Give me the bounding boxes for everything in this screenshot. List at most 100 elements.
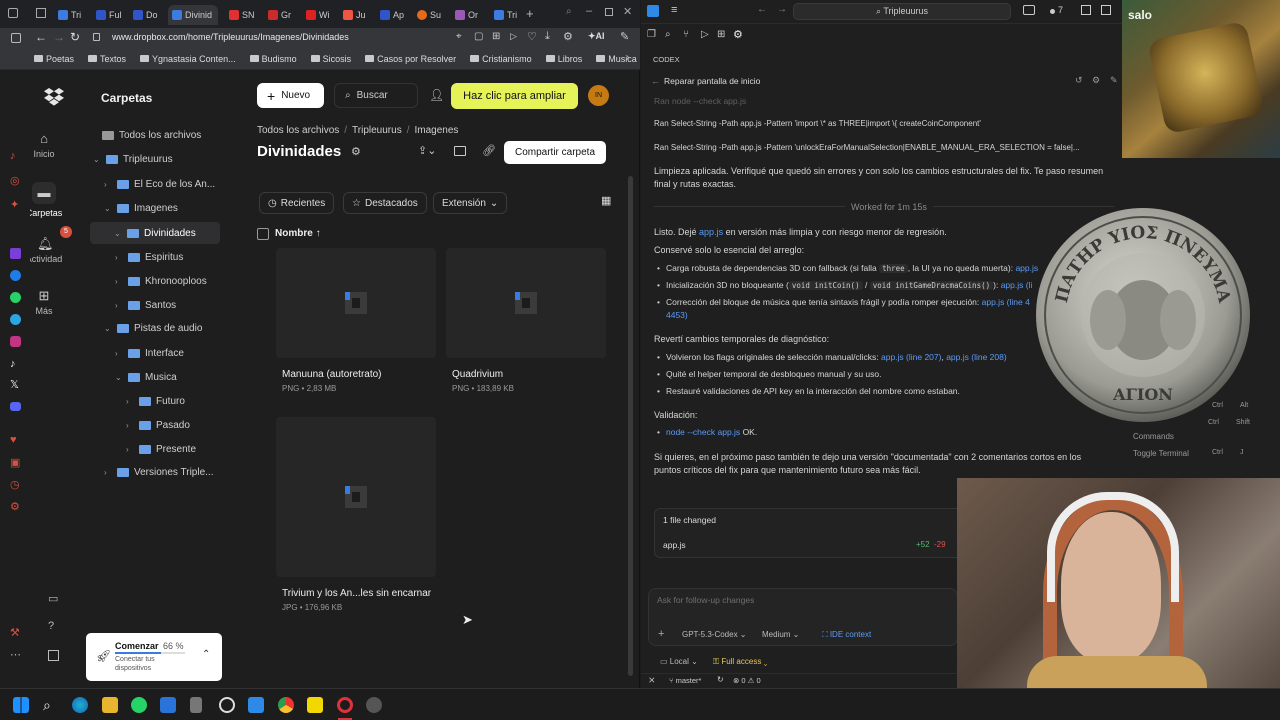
maximize-icon[interactable] bbox=[605, 8, 613, 16]
filter-starred[interactable]: ☆ Destacados bbox=[343, 192, 427, 214]
file-link[interactable]: app.js bbox=[1015, 263, 1038, 273]
whatsapp-icon[interactable] bbox=[131, 697, 147, 713]
bookmarks-overflow-icon[interactable]: › bbox=[626, 52, 629, 63]
onboarding-card[interactable]: 🚀︎ Comenzar 66 % Conectar tus dispositiv… bbox=[86, 633, 222, 681]
file-link[interactable]: app.js (line 4 bbox=[982, 297, 1030, 307]
scrollbar[interactable] bbox=[628, 176, 633, 676]
file-thumbnail[interactable] bbox=[276, 417, 436, 577]
file-link[interactable]: app.js (line 208) bbox=[946, 352, 1006, 362]
tree-item-divinidades[interactable]: ⌄ Divinidades bbox=[90, 222, 220, 244]
browser-tab[interactable]: Do bbox=[133, 5, 158, 25]
settings-icon[interactable]: ⚙ bbox=[563, 30, 573, 43]
new-chat-icon[interactable]: ✎ bbox=[1110, 75, 1118, 86]
bookmark-folder[interactable]: Poetas bbox=[0, 54, 81, 64]
play-icon[interactable]: ▷ bbox=[510, 31, 517, 42]
browser-tab[interactable]: Wi bbox=[306, 5, 330, 25]
bookmark-folder[interactable]: Budismo bbox=[243, 54, 304, 64]
breadcrumb-item[interactable]: Imagenes bbox=[414, 125, 458, 136]
lock-icon[interactable] bbox=[93, 33, 100, 41]
remote-icon[interactable]: ⨯ bbox=[648, 675, 656, 686]
browser-tab[interactable]: Gr bbox=[268, 5, 291, 25]
instagram-icon[interactable] bbox=[10, 336, 21, 347]
music-icon[interactable]: ♪ bbox=[10, 150, 16, 162]
tree-item-santos[interactable]: › Santos bbox=[115, 300, 176, 311]
search-icon[interactable]: ⌕ bbox=[43, 697, 59, 713]
tree-item-futuro[interactable]: › Futuro bbox=[126, 396, 185, 407]
browser-tab-active[interactable]: Divinid bbox=[168, 5, 218, 25]
menu-icon[interactable]: ≡ bbox=[671, 4, 677, 16]
extension-icon[interactable]: ⊞ bbox=[492, 31, 500, 42]
clock-icon[interactable]: ◷ bbox=[10, 478, 20, 491]
file-link[interactable]: app.js (line 207) bbox=[881, 352, 941, 362]
browser-tab[interactable]: Tri bbox=[494, 5, 517, 25]
history-icon[interactable]: ↺ bbox=[1075, 75, 1083, 86]
help-icon[interactable]: ? bbox=[48, 620, 54, 632]
collapse-icon[interactable] bbox=[48, 650, 59, 661]
user-add-icon[interactable]: 👤︎ bbox=[429, 88, 444, 102]
windows-start-icon[interactable] bbox=[13, 697, 29, 713]
search-button[interactable]: ⌕ Buscar bbox=[334, 83, 418, 108]
media-player-icon[interactable] bbox=[366, 697, 382, 713]
select-all-checkbox[interactable] bbox=[257, 228, 269, 240]
file-explorer-icon[interactable] bbox=[102, 697, 118, 713]
folder-settings-icon[interactable]: ⚙ bbox=[351, 145, 361, 158]
grid-view-icon[interactable]: ▦ bbox=[601, 194, 611, 207]
browser-tab[interactable]: SN bbox=[229, 5, 255, 25]
new-folder-icon[interactable] bbox=[454, 146, 466, 156]
attach-icon[interactable]: + bbox=[658, 628, 664, 640]
breadcrumb-item[interactable]: Todos los archivos bbox=[257, 125, 339, 136]
tree-item-musica[interactable]: ⌄ Musica bbox=[115, 372, 177, 383]
browser-tab[interactable]: Ful bbox=[96, 5, 122, 25]
tools-icon[interactable]: ⚒ bbox=[10, 626, 20, 639]
vscode-icon[interactable] bbox=[248, 697, 264, 713]
model-select[interactable]: GPT-5.3-Codex ⌄ bbox=[682, 630, 747, 639]
ai-button[interactable]: ✦AI bbox=[588, 31, 605, 42]
sticky-notes-icon[interactable] bbox=[307, 697, 323, 713]
bookmark-folder[interactable]: Ygnastasia Conten... bbox=[133, 54, 243, 64]
browser-tab[interactable]: Or bbox=[455, 5, 478, 25]
minimize-icon[interactable]: – bbox=[586, 5, 592, 17]
avatar[interactable]: IN bbox=[588, 85, 609, 106]
panel-icon[interactable] bbox=[1101, 5, 1111, 15]
dots-icon[interactable]: ⋯ bbox=[10, 648, 21, 661]
tree-item-imagenes[interactable]: ⌄ Imagenes bbox=[104, 203, 178, 214]
chrome-icon[interactable]: ◎ bbox=[10, 174, 20, 187]
ide-context-toggle[interactable]: ⛶ IDE context bbox=[822, 630, 871, 640]
whatsapp-icon[interactable] bbox=[10, 292, 21, 303]
settings-icon[interactable]: ⚙ bbox=[1092, 75, 1100, 86]
upgrade-button[interactable]: Haz clic para ampliar bbox=[451, 83, 578, 109]
tree-item-espiritus[interactable]: › Espiritus bbox=[115, 252, 183, 263]
chrome-icon[interactable] bbox=[278, 697, 294, 713]
filter-recent[interactable]: ◷ Recientes bbox=[259, 192, 335, 214]
back-icon[interactable]: ← bbox=[651, 76, 660, 86]
file-name[interactable]: Trivium y los An...les sin encarnar bbox=[282, 588, 431, 599]
tree-item-khronooploos[interactable]: › Khronooploos bbox=[115, 276, 207, 287]
spark-icon[interactable]: ✦ bbox=[10, 198, 19, 211]
favorite-icon[interactable]: ♡ bbox=[527, 30, 537, 43]
search-tabs-icon[interactable]: ⌕ bbox=[566, 6, 572, 17]
command-search[interactable]: ⌕ Tripleuurus bbox=[793, 3, 1011, 20]
browser-tab[interactable]: Su bbox=[417, 5, 441, 25]
edit-icon[interactable]: ✎ bbox=[620, 30, 629, 43]
store-icon[interactable] bbox=[160, 697, 176, 713]
download-icon[interactable]: ⤓ bbox=[545, 30, 550, 43]
tree-item-versiones[interactable]: › Versiones Triple... bbox=[104, 467, 213, 478]
edge-icon[interactable] bbox=[72, 697, 88, 713]
heart-icon[interactable]: ♥ bbox=[10, 434, 17, 446]
dropbox-logo-icon[interactable] bbox=[44, 88, 64, 106]
tree-item-tripleuurus[interactable]: ⌄ Tripleuurus bbox=[93, 154, 173, 165]
layout-icon[interactable] bbox=[1081, 5, 1091, 15]
workspaces-icon[interactable] bbox=[36, 8, 46, 18]
chevron-up-icon[interactable]: ⌃ bbox=[202, 649, 210, 660]
bookmark-folder[interactable]: Musica bbox=[589, 54, 644, 64]
problems-indicator[interactable]: ⊗ 0 ⚠ 0 bbox=[733, 676, 761, 685]
twitch-icon[interactable] bbox=[10, 248, 21, 259]
tiktok-icon[interactable]: ♪ bbox=[10, 358, 16, 370]
bookmark-folder[interactable]: Textos bbox=[81, 54, 133, 64]
bookmark-folder[interactable]: Cristianismo bbox=[463, 54, 539, 64]
nav-back-icon[interactable]: ← bbox=[757, 4, 767, 15]
file-thumbnail[interactable] bbox=[276, 248, 436, 358]
reload-icon[interactable]: ↻ bbox=[70, 30, 80, 44]
command-link[interactable]: node --check app.js bbox=[666, 427, 740, 437]
tree-item-interface[interactable]: › Interface bbox=[115, 348, 184, 359]
